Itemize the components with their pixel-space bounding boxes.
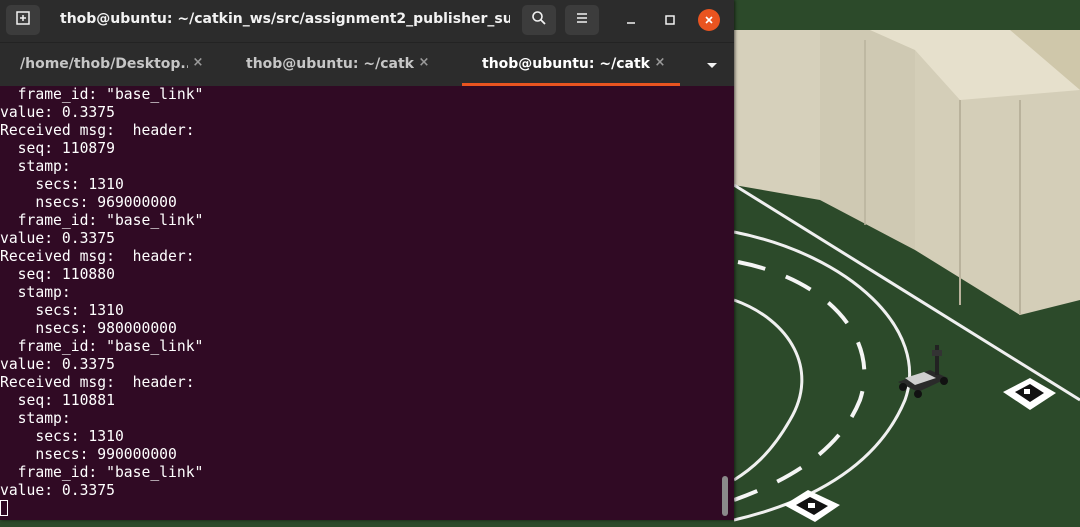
search-icon — [531, 10, 547, 30]
terminal-line: nsecs: 969000000 — [0, 194, 177, 211]
maximize-button[interactable] — [659, 9, 681, 31]
terminal-line: secs: 1310 — [0, 428, 124, 445]
minimize-icon — [625, 11, 637, 30]
terminal-line: Received msg: header: — [0, 122, 195, 139]
hamburger-menu-icon — [574, 10, 590, 30]
tab-close-button[interactable]: × — [416, 55, 432, 71]
scrollbar[interactable] — [722, 476, 728, 516]
terminal-line: frame_id: "base_link" — [0, 212, 204, 229]
terminal-line: nsecs: 990000000 — [0, 446, 177, 463]
tab-label: thob@ubuntu: ~/catk... — [482, 56, 650, 72]
new-tab-button[interactable] — [6, 5, 40, 35]
tab-desktop[interactable]: /home/thob/Desktop... × — [0, 43, 216, 86]
terminal-output[interactable]: frame_id: "base_link" value: 0.3375 Receiv… — [0, 86, 724, 516]
minimize-button[interactable] — [620, 9, 642, 31]
menu-button[interactable] — [565, 5, 599, 35]
terminal-line: Received msg: header: — [0, 374, 195, 391]
terminal-line: Received msg: header: — [0, 248, 195, 265]
tabs-dropdown-button[interactable] — [700, 55, 724, 75]
terminal-line: value: 0.3375 — [0, 104, 115, 121]
new-tab-icon — [15, 10, 31, 30]
terminal-window[interactable]: thob@ubuntu: ~/catkin_ws/src/assignment2… — [0, 0, 734, 520]
text-cursor — [0, 500, 8, 516]
terminal-line: secs: 1310 — [0, 302, 124, 319]
terminal-line: frame_id: "base_link" — [0, 338, 204, 355]
terminal-line: seq: 110880 — [0, 266, 115, 283]
tab-label: thob@ubuntu: ~/catk... — [246, 56, 414, 72]
maximize-icon — [664, 11, 676, 30]
terminal-line: value: 0.3375 — [0, 356, 115, 373]
search-button[interactable] — [522, 5, 556, 35]
tab-bar: /home/thob/Desktop... × thob@ubuntu: ~/c… — [0, 42, 734, 86]
title-bar[interactable]: thob@ubuntu: ~/catkin_ws/src/assignment2… — [0, 0, 734, 42]
terminal-line: stamp: — [0, 410, 71, 427]
tab-label: /home/thob/Desktop... — [20, 56, 188, 72]
terminal-line: frame_id: "base_link" — [0, 464, 204, 481]
cabinet-1 — [734, 30, 820, 200]
terminal-line: nsecs: 980000000 — [0, 320, 177, 337]
tab-catkin-2-active[interactable]: thob@ubuntu: ~/catk... × — [462, 43, 680, 86]
terminal-line: secs: 1310 — [0, 176, 124, 193]
close-button[interactable] — [698, 9, 720, 31]
terminal-line: stamp: — [0, 284, 71, 301]
window-title: thob@ubuntu: ~/catkin_ws/src/assignment2… — [60, 11, 510, 27]
terminal-line: value: 0.3375 — [0, 230, 115, 247]
tab-close-button[interactable]: × — [652, 55, 668, 71]
close-icon — [703, 11, 715, 30]
chevron-down-icon — [700, 60, 724, 79]
terminal-line: stamp: — [0, 158, 71, 175]
terminal-line: value: 0.3375 — [0, 482, 115, 499]
terminal-line: seq: 110881 — [0, 392, 115, 409]
terminal-line: frame_id: "base_link" — [0, 86, 204, 103]
tab-catkin-1[interactable]: thob@ubuntu: ~/catk... × — [226, 43, 442, 86]
prompt-line[interactable] — [0, 500, 724, 516]
tab-close-button[interactable]: × — [190, 55, 206, 71]
terminal-line: seq: 110879 — [0, 140, 115, 157]
